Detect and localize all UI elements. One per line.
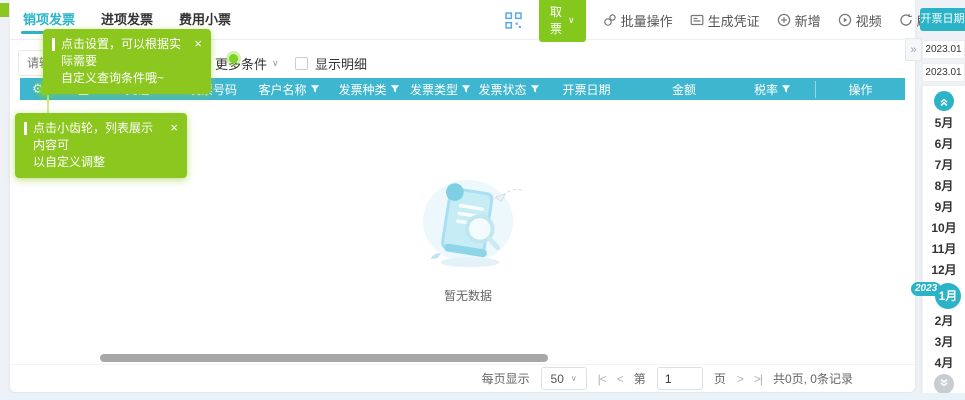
get-invoice-button[interactable]: 取票 ∨ — [539, 0, 586, 42]
month-item[interactable]: 10月 — [923, 218, 965, 239]
filter-icon[interactable] — [461, 84, 471, 94]
column-header-6[interactable]: 开票日期 — [545, 81, 628, 98]
empty-state: 暂无数据 — [388, 168, 548, 304]
edge-green-marker — [0, 3, 9, 17]
scroll-up-button[interactable] — [934, 91, 954, 111]
double-chevron-down-icon — [940, 378, 948, 387]
show-detail-checkbox[interactable] — [295, 56, 308, 70]
qr-scan-icon[interactable] — [505, 11, 522, 29]
month-item[interactable]: 3月 — [923, 332, 965, 353]
page-number-input[interactable] — [656, 367, 703, 390]
toolbar: 取票 ∨ 批量操作 生成凭证 新增 视频 — [505, 0, 943, 42]
play-circle-icon — [838, 13, 851, 27]
year-badge: 2023 — [911, 282, 942, 296]
month-item[interactable]: 6月 — [923, 134, 965, 155]
empty-text: 暂无数据 — [443, 289, 492, 303]
tooltip-bar — [24, 122, 27, 135]
per-page-label: 每页显示 — [481, 372, 530, 386]
refresh-icon — [900, 13, 912, 26]
generate-voucher-button[interactable]: 生成凭证 — [690, 11, 760, 30]
per-page-select[interactable]: 50 ∨ — [540, 367, 587, 390]
video-button[interactable]: 视频 — [838, 11, 882, 30]
settings-guide-tooltip: 点击设置，可以根据实际需要 自定义查询条件哦~ × — [43, 29, 211, 94]
filter-icon[interactable] — [781, 84, 791, 94]
chevron-down-icon: ∨ — [568, 14, 575, 25]
filter-icon[interactable] — [390, 84, 400, 94]
pagination-bar: 每页显示 50 ∨ |< < 第 页 > >| 共0页, 0条记录 — [10, 364, 915, 392]
horizontal-scrollbar[interactable] — [100, 354, 548, 362]
tooltip-bar — [52, 38, 55, 51]
page-suffix-label: 页 — [713, 372, 726, 386]
month-item[interactable]: 5月 — [923, 113, 965, 134]
guide-pulse-dot — [229, 54, 238, 63]
double-chevron-up-icon — [940, 98, 948, 107]
invoice-date-header[interactable]: 开票日期 — [920, 8, 965, 31]
column-header-8[interactable]: 税率 — [740, 81, 805, 98]
date-from-field[interactable]: 2023.01 — [922, 40, 965, 59]
month-item-selected[interactable]: 1月 2023 — [911, 282, 961, 309]
close-icon[interactable]: × — [170, 120, 178, 171]
add-button[interactable]: 新增 — [777, 11, 821, 30]
show-detail-toggle[interactable]: 显示明细 — [295, 50, 367, 76]
month-item[interactable]: 7月 — [923, 155, 965, 176]
month-list: 5月 6月 7月 8月 9月 10月 11月 12月 1月 2023 2月 3月 4月 — [911, 113, 965, 374]
first-page-button[interactable]: |< — [598, 372, 607, 386]
gear-guide-tooltip: 点击小齿轮，列表展示内容可 以自定义调整 × — [15, 113, 187, 178]
date-to-field[interactable]: 2023.01 — [922, 63, 965, 82]
get-invoice-label: 取票 — [550, 5, 563, 36]
month-sidebar: 5月 6月 7月 8月 9月 10月 11月 12月 1月 2023 2月 3月 4月 — [911, 86, 965, 400]
chevron-down-icon: ∨ — [272, 57, 279, 68]
tooltip-line2: 自定义查询条件哦~ — [61, 71, 165, 85]
column-header-2[interactable]: 客户名称 — [248, 81, 330, 98]
column-header-5[interactable]: 发票状态 — [473, 81, 545, 98]
column-header-3[interactable]: 发票种类 — [330, 81, 408, 98]
page-prefix-label: 第 — [633, 372, 646, 386]
voucher-icon — [690, 14, 704, 26]
tooltip-line2: 以自定义调整 — [33, 155, 106, 169]
chevron-down-icon: ∨ — [570, 374, 577, 383]
records-summary: 共0页, 0条记录 — [772, 372, 853, 386]
month-item[interactable]: 4月 — [923, 353, 965, 374]
month-item[interactable]: 9月 — [923, 197, 965, 218]
gears-icon — [603, 14, 616, 26]
circle-plus-icon — [777, 13, 790, 27]
invoice-page: 销项发票 进项发票 费用小票 取票 ∨ 批量操作 生成凭证 新增 视频 请输入 … — [0, 0, 965, 400]
prev-page-button[interactable]: < — [617, 372, 624, 386]
tooltip-line1: 点击设置，可以根据实际需要 — [61, 37, 182, 68]
no-data-illustration — [422, 179, 523, 268]
month-item[interactable]: 8月 — [923, 176, 965, 197]
guide-connector-line — [47, 95, 49, 113]
month-item[interactable]: 11月 — [923, 239, 965, 260]
batch-operations-button[interactable]: 批量操作 — [603, 11, 673, 30]
filter-icon[interactable] — [530, 84, 540, 94]
collapse-sidebar-button[interactable]: » — [905, 38, 922, 61]
close-icon[interactable]: × — [194, 36, 202, 87]
column-header-9[interactable]: 操作 — [815, 80, 905, 98]
column-header-7[interactable]: 金额 — [628, 81, 740, 98]
tooltip-line1: 点击小齿轮，列表展示内容可 — [33, 121, 154, 152]
bottom-strip — [0, 393, 965, 400]
last-page-button[interactable]: >| — [754, 372, 763, 386]
filter-icon[interactable] — [310, 84, 320, 94]
month-item[interactable]: 2月 — [923, 311, 965, 332]
month-item[interactable]: 12月 — [923, 260, 965, 281]
scroll-down-button[interactable] — [934, 374, 954, 394]
column-header-4[interactable]: 发票类型 — [408, 81, 473, 98]
next-page-button[interactable]: > — [737, 372, 744, 386]
